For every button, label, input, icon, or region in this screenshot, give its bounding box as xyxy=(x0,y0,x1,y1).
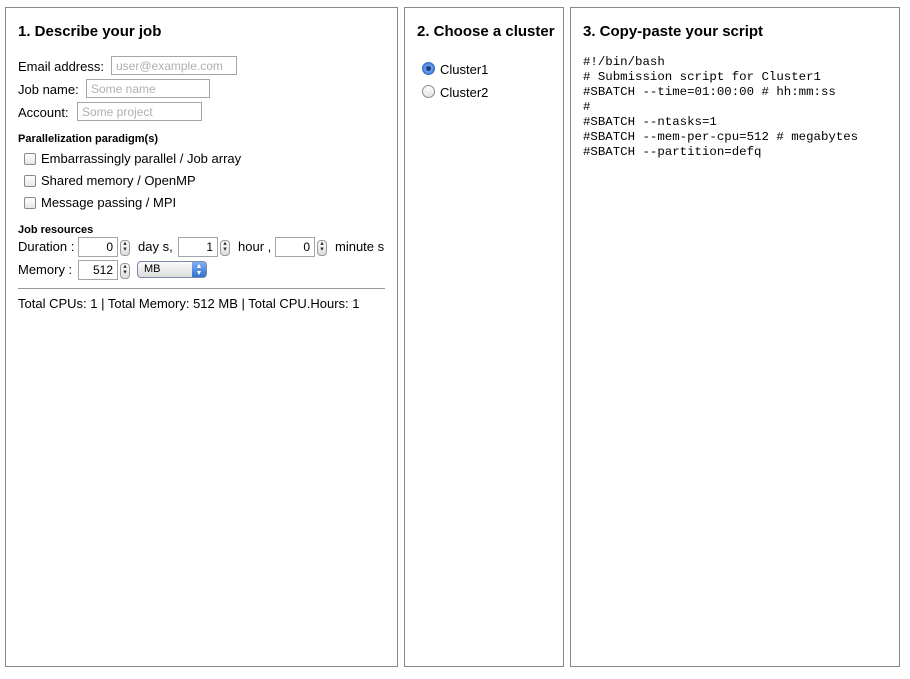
describe-job-title: 1. Describe your job xyxy=(18,23,162,40)
choose-cluster-title: 2. Choose a cluster xyxy=(417,23,555,40)
cluster2-label[interactable]: Cluster2 xyxy=(440,85,488,100)
duration-label: Duration : xyxy=(18,239,75,254)
memory-input[interactable]: 512 xyxy=(78,260,118,280)
message-passing-checkbox[interactable] xyxy=(24,197,36,209)
shared-memory-label[interactable]: Shared memory / OpenMP xyxy=(41,173,196,188)
hours-input[interactable]: 1 xyxy=(178,237,218,257)
divider xyxy=(18,288,385,289)
email-field[interactable] xyxy=(111,56,237,75)
describe-job-panel: 1. Describe your job Email address: Job … xyxy=(5,7,398,667)
account-field[interactable] xyxy=(77,102,202,121)
shared-memory-checkbox[interactable] xyxy=(24,175,36,187)
cluster1-label[interactable]: Cluster1 xyxy=(440,62,488,77)
embarrassingly-parallel-label[interactable]: Embarrassingly parallel / Job array xyxy=(41,151,241,166)
chevron-up-down-icon: ▲ ▼ xyxy=(192,262,206,277)
email-label: Email address: xyxy=(18,59,104,74)
job-name-field[interactable] xyxy=(86,79,210,98)
hours-stepper[interactable]: ▴ ▾ xyxy=(220,240,230,256)
job-resources-heading: Job resources xyxy=(18,224,94,236)
memory-stepper[interactable]: ▴ ▾ xyxy=(120,263,130,279)
parallelization-heading: Parallelization paradigm(s) xyxy=(18,133,158,145)
job-name-label: Job name: xyxy=(18,82,79,97)
job-summary: Total CPUs: 1 | Total Memory: 512 MB | T… xyxy=(18,296,360,311)
minutes-unit-label: minute s xyxy=(335,239,385,254)
message-passing-label[interactable]: Message passing / MPI xyxy=(41,195,176,210)
hours-unit-label: hour , xyxy=(238,239,272,254)
cluster2-radio[interactable] xyxy=(422,85,435,98)
choose-cluster-panel: 2. Choose a cluster Cluster1 Cluster2 xyxy=(404,7,564,667)
script-panel-title: 3. Copy-paste your script xyxy=(583,23,764,40)
days-unit-label: day s, xyxy=(138,239,173,254)
account-label: Account: xyxy=(18,105,69,120)
minutes-input[interactable]: 0 xyxy=(275,237,315,257)
days-stepper[interactable]: ▴ ▾ xyxy=(120,240,130,256)
script-panel: 3. Copy-paste your script #!/bin/bash # … xyxy=(570,7,900,667)
cluster1-radio[interactable] xyxy=(422,62,435,75)
memory-label: Memory : xyxy=(18,262,73,277)
embarrassingly-parallel-checkbox[interactable] xyxy=(24,153,36,165)
days-input[interactable]: 0 xyxy=(78,237,118,257)
memory-unit-select[interactable]: MB ▲ ▼ xyxy=(137,261,207,278)
minutes-stepper[interactable]: ▴ ▾ xyxy=(317,240,327,256)
memory-unit-value: MB xyxy=(144,263,161,275)
submission-script[interactable]: #!/bin/bash # Submission script for Clus… xyxy=(583,55,858,160)
